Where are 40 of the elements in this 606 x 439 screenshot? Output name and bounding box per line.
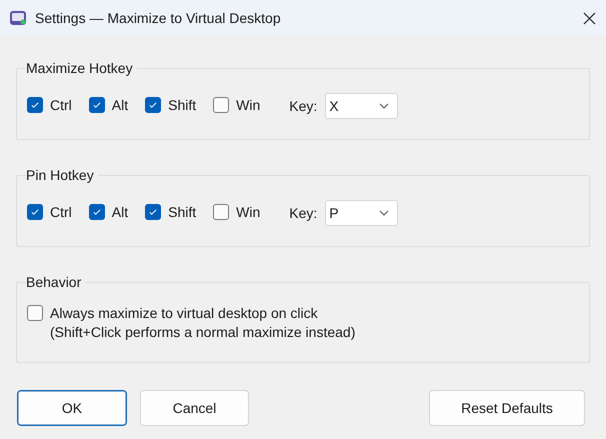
group-title: Pin Hotkey — [26, 167, 95, 183]
checkbox-label: Win — [236, 203, 260, 222]
checkbox-label: Shift — [168, 96, 196, 115]
app-icon — [9, 9, 27, 27]
checkbox[interactable] — [27, 204, 43, 220]
checkbox-label: Shift — [168, 203, 196, 222]
checkbox-label: Always maximize to virtual desktop on click — [50, 304, 319, 323]
reset-defaults-button[interactable]: Reset Defaults — [429, 390, 585, 426]
checkbox-label: Alt — [112, 96, 128, 115]
checkmark-icon — [148, 100, 158, 110]
window-title: Settings — Maximize to Virtual Desktop — [35, 10, 282, 26]
group-title: Maximize Hotkey — [26, 60, 134, 76]
ok-button[interactable]: OK — [17, 390, 127, 426]
cancel-button[interactable]: Cancel — [140, 390, 249, 426]
checkbox[interactable] — [27, 97, 43, 113]
checkmark-icon — [148, 207, 158, 217]
checkbox[interactable] — [145, 204, 162, 220]
checkbox[interactable] — [27, 305, 43, 321]
checkbox[interactable] — [213, 97, 230, 113]
key-label: Key: — [289, 98, 318, 114]
group-title: Behavior — [26, 274, 82, 290]
checkbox[interactable] — [88, 204, 105, 220]
key-dropdown[interactable]: P — [325, 200, 398, 226]
chevron-down-icon — [379, 210, 390, 216]
checkbox[interactable] — [213, 204, 230, 220]
chevron-down-icon — [379, 102, 390, 108]
checkbox-label: Ctrl — [50, 96, 72, 115]
checkbox-label: Win — [236, 96, 260, 115]
checkbox-label: (Shift+Click performs a normal maximize instead) — [50, 323, 356, 342]
checkmark-icon — [92, 207, 102, 217]
key-label: Key: — [289, 204, 318, 220]
key-dropdown[interactable]: X — [325, 92, 398, 118]
checkbox-label: Alt — [112, 203, 128, 222]
checkbox[interactable] — [88, 97, 105, 113]
checkbox-label: Ctrl — [50, 203, 72, 222]
checkmark-icon — [30, 207, 40, 217]
checkmark-icon — [30, 100, 40, 110]
close-icon[interactable] — [583, 12, 596, 24]
checkmark-icon — [92, 100, 102, 110]
checkbox[interactable] — [145, 97, 162, 113]
